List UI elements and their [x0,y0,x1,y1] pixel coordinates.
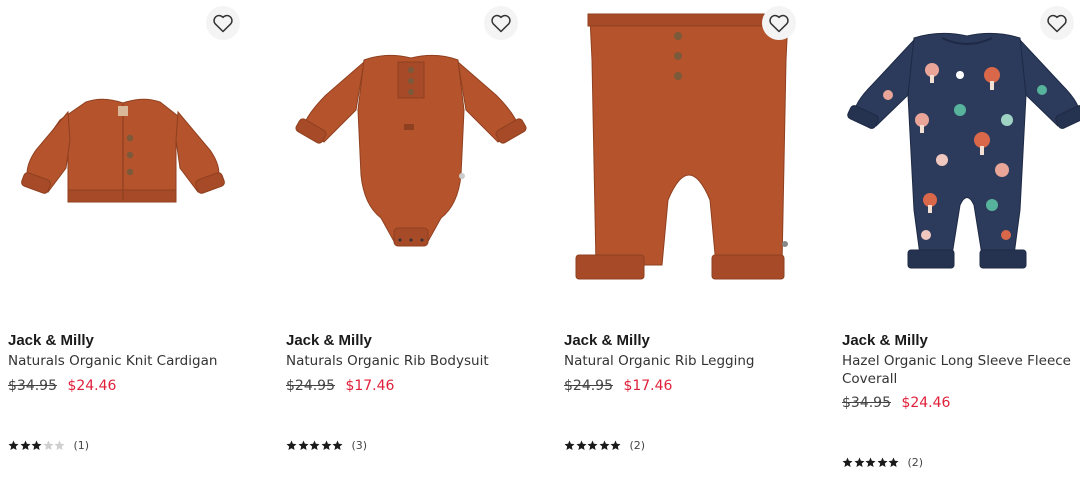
rating-row: (2) [564,439,645,452]
star-rating [842,457,900,468]
review-count[interactable]: (2) [630,439,646,452]
price-row: $34.95 $24.46 [8,378,116,394]
product-card[interactable]: Jack & Milly Naturals Organic Rib Bodysu… [286,0,536,480]
star-filled-icon [865,457,876,467]
wishlist-button[interactable] [1040,6,1074,40]
star-filled-icon [564,440,575,450]
price-original: $34.95 [8,378,57,394]
price-sale: $24.46 [67,378,117,394]
star-filled-icon [332,440,343,450]
star-filled-icon [854,457,864,467]
price-sale: $17.46 [345,378,395,394]
rating-row: (2) [842,456,923,469]
product-brand: Jack & Milly [842,332,928,349]
rib-legging-image [575,13,791,280]
review-count[interactable]: (3) [352,439,368,452]
floral-coverall-image [847,32,1080,269]
price-original: $24.95 [564,378,613,394]
price-original: $34.95 [842,395,891,411]
product-name[interactable]: Natural Organic Rib Legging [564,352,804,370]
price-sale: $17.46 [623,378,673,394]
price-sale: $24.46 [901,395,951,411]
product-image[interactable] [8,0,258,310]
product-image[interactable] [564,0,814,310]
product-image[interactable] [842,0,1080,310]
review-count[interactable]: (2) [908,456,924,469]
product-card[interactable]: Jack & Milly Hazel Organic Long Sleeve F… [842,0,1080,480]
star-filled-icon [8,440,19,450]
star-filled-icon [321,440,331,450]
price-row: $34.95 $24.46 [842,395,950,411]
star-filled-icon [610,440,621,450]
product-name[interactable]: Naturals Organic Knit Cardigan [8,352,248,370]
star-empty-icon [54,440,65,450]
star-filled-icon [576,440,586,450]
product-brand: Jack & Milly [564,332,650,349]
star-filled-icon [587,440,598,450]
product-name[interactable]: Naturals Organic Rib Bodysuit [286,352,526,370]
knit-cardigan-image [21,98,225,203]
star-rating [286,440,344,451]
price-original: $24.95 [286,378,335,394]
star-filled-icon [20,440,30,450]
rib-bodysuit-image [295,54,527,247]
star-filled-icon [298,440,308,450]
wishlist-button[interactable] [762,6,796,40]
star-rating [8,440,66,451]
star-filled-icon [309,440,320,450]
price-row: $24.95 $17.46 [564,378,672,394]
wishlist-button[interactable] [206,6,240,40]
star-filled-icon [31,440,42,450]
wishlist-button[interactable] [484,6,518,40]
product-image[interactable] [286,0,536,310]
product-card[interactable]: Jack & Milly Natural Organic Rib Legging… [564,0,814,480]
product-brand: Jack & Milly [286,332,372,349]
review-count[interactable]: (1) [74,439,90,452]
star-filled-icon [877,457,887,467]
rating-row: (1) [8,439,89,452]
star-filled-icon [888,457,899,467]
star-empty-icon [43,440,53,450]
product-name[interactable]: Hazel Organic Long Sleeve Fleece Coveral… [842,352,1080,388]
heart-outline-icon [769,14,789,33]
rating-row: (3) [286,439,367,452]
star-rating [564,440,622,451]
star-filled-icon [842,457,853,467]
product-brand: Jack & Milly [8,332,94,349]
price-row: $24.95 $17.46 [286,378,394,394]
star-filled-icon [599,440,609,450]
star-filled-icon [286,440,297,450]
heart-outline-icon [491,14,511,33]
heart-outline-icon [1047,14,1067,33]
product-grid: Jack & Milly Naturals Organic Knit Cardi… [0,0,1080,480]
product-card[interactable]: Jack & Milly Naturals Organic Knit Cardi… [8,0,258,480]
heart-outline-icon [213,14,233,33]
